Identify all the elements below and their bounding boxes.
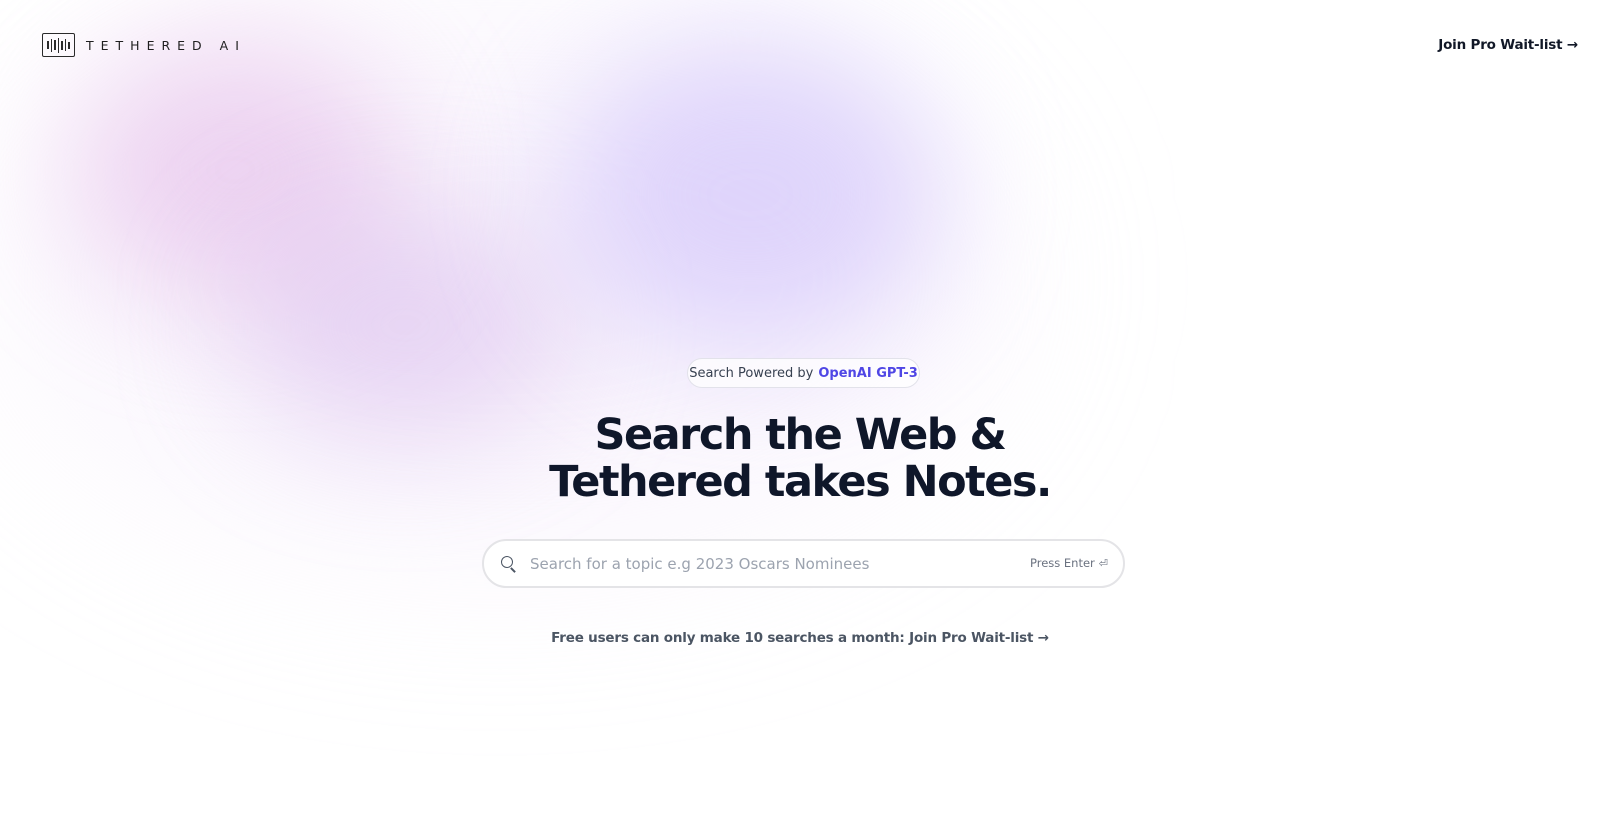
hero-headline: Search the Web & Tethered takes Notes. [0,412,1600,506]
press-enter-hint: Press Enter ⏎ [1030,556,1108,570]
logo-text: TETHERED AI [86,37,246,53]
search-limit-notice[interactable]: Free users can only make 10 searches a m… [0,630,1600,646]
badge-brand: OpenAI GPT-3 [818,365,918,381]
join-pro-waitlist-link[interactable]: Join Pro Wait-list → [1438,37,1578,53]
waveform-box-icon [42,33,75,57]
top-header: TETHERED AI Join Pro Wait-list → [0,0,1600,92]
press-enter-label: Press Enter [1029,556,1095,570]
search-bar[interactable]: Press Enter ⏎ [482,539,1125,588]
enter-key-icon: ⏎ [1098,556,1108,570]
search-input[interactable] [530,551,990,577]
headline-line-1: Search the Web & [594,410,1007,460]
powered-by-badge: Search Powered by OpenAI GPT-3 [687,358,920,388]
background-gradient-mauve [240,210,570,440]
headline-line-2: Tethered takes Notes. [549,457,1052,507]
badge-prefix: Search Powered by [689,365,814,381]
search-icon [501,556,517,573]
logo-link[interactable]: TETHERED AI [42,33,246,57]
